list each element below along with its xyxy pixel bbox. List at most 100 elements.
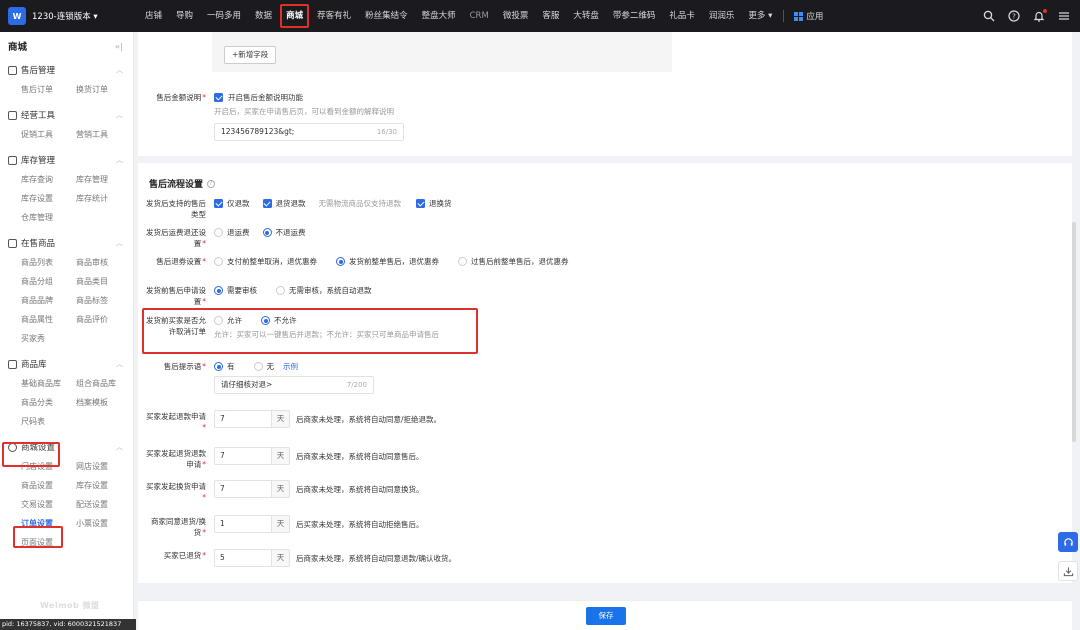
radio[interactable] (214, 286, 223, 295)
sidebar-group-head[interactable]: 商品库 ︿ (8, 354, 123, 374)
freight-norefund-radio[interactable]: 不退运费 (262, 227, 306, 238)
sidebar-group-head[interactable]: 在售商品 ︿ (8, 233, 123, 253)
example-link[interactable]: 示例 (283, 361, 298, 372)
review-required-radio[interactable]: 需要审核 (214, 285, 257, 296)
sidebar-item[interactable]: 商品设置 (21, 476, 76, 495)
timer-input[interactable]: 1 (214, 515, 272, 533)
tip-label: 售后提示语* (163, 362, 206, 371)
nav-fans[interactable]: 粉丝集结令 (358, 0, 415, 32)
timer-input[interactable]: 5 (214, 549, 272, 567)
nav-giftcard[interactable]: 礼品卡 (662, 0, 702, 32)
type-return-refund[interactable]: 退货退款 (262, 198, 306, 209)
sidebar-item[interactable]: 库存统计 (76, 189, 131, 208)
sidebar-item[interactable]: 基础商品库 (21, 374, 76, 393)
tip-yes-radio[interactable]: 有 (214, 361, 235, 372)
nav-guide[interactable]: 导购 (169, 0, 200, 32)
sidebar-item[interactable]: 网店设置 (76, 457, 131, 476)
amount-checkbox-row[interactable]: 开启售后金额说明功能 (214, 92, 303, 103)
sidebar-group-head[interactable]: 经营工具 ︿ (8, 105, 123, 125)
radio[interactable] (214, 228, 223, 237)
help-icon[interactable]: ? (1008, 10, 1020, 22)
nav-wheel[interactable]: 大转盘 (566, 0, 606, 32)
sidebar-item[interactable]: 库存管理 (76, 170, 131, 189)
nav-vote[interactable]: 微投票 (496, 0, 536, 32)
sidebar-group-head[interactable]: 售后管理 ︿ (8, 60, 123, 80)
search-icon[interactable] (983, 10, 995, 22)
sidebar-item[interactable]: 仓库管理 (21, 208, 76, 227)
radio[interactable] (253, 362, 263, 371)
timer-input[interactable]: 7 (214, 447, 272, 465)
nav-data[interactable]: 数据 (248, 0, 279, 32)
sidebar-item[interactable]: 商品分组 (21, 272, 76, 291)
sidebar-item[interactable]: 商品标签 (76, 291, 131, 310)
top-bar: W 1230-连锁版本 ▾ 店铺 导购 一码多用 数据 商城 荐客有礼 粉丝集结… (0, 0, 1080, 32)
coupon-opt-1[interactable]: 支付前整单取消，退优惠券 (214, 256, 317, 267)
sidebar-item-aftersale-orders[interactable]: 售后订单 (21, 80, 76, 99)
sidebar-item[interactable]: 商品评价 (76, 310, 131, 329)
type-refund-only[interactable]: 仅退款 (214, 198, 250, 209)
review-auto-radio[interactable]: 无需审核，系统自动退款 (276, 285, 372, 296)
nav-qrcode[interactable]: 带参二维码 (606, 0, 663, 32)
sidebar-item[interactable]: 组合商品库 (76, 374, 131, 393)
collapse-sidebar-icon[interactable]: «| (115, 42, 123, 51)
sidebar-item[interactable]: 买家秀 (21, 329, 76, 348)
sidebar-item[interactable]: 库存设置 (21, 189, 76, 208)
scrollbar[interactable] (1072, 222, 1076, 442)
sidebar-item[interactable]: 库存设置 (76, 476, 131, 495)
radio[interactable] (458, 257, 467, 266)
timer-input[interactable]: 7 (214, 410, 272, 428)
sidebar-item[interactable]: 商品品牌 (21, 291, 76, 310)
freight-refund-radio[interactable]: 退运费 (214, 227, 250, 238)
sidebar-item[interactable]: 配送设置 (76, 495, 131, 514)
customer-service-button[interactable] (1058, 532, 1078, 552)
radio[interactable] (336, 257, 345, 266)
sidebar-item[interactable]: 档案模板 (76, 393, 131, 412)
menu-icon[interactable] (1058, 10, 1070, 22)
type-exchange[interactable]: 退换货 (416, 198, 452, 209)
nav-one-code[interactable]: 一码多用 (200, 0, 248, 32)
notification-icon[interactable] (1033, 9, 1047, 22)
checkbox[interactable] (416, 199, 425, 208)
nav-mall[interactable]: 商城 (279, 0, 310, 32)
download-button[interactable] (1058, 561, 1078, 581)
nav-master[interactable]: 整盘大师 (415, 0, 463, 32)
sidebar-item[interactable]: 小票设置 (76, 514, 131, 533)
sidebar-item[interactable]: 商品属性 (21, 310, 76, 329)
sidebar-group-head[interactable]: 库存管理 ︿ (8, 150, 123, 170)
nav-crm[interactable]: CRM (463, 0, 496, 32)
coupon-opt-2[interactable]: 发货前整单售后，退优惠券 (336, 256, 439, 267)
sidebar-item-marketing[interactable]: 营销工具 (76, 125, 131, 144)
amount-description-input[interactable]: 123456789123&gt; 16/30 (214, 123, 404, 141)
sidebar-item[interactable]: 商品列表 (21, 253, 76, 272)
tip-input[interactable]: 请仔细核对退> 7/200 (214, 376, 374, 394)
checkbox[interactable] (262, 199, 272, 208)
nav-fun[interactable]: 润润乐 (702, 0, 742, 32)
nav-more[interactable]: 更多 ▾ (741, 0, 779, 32)
nav-service[interactable]: 客服 (535, 0, 566, 32)
radio[interactable] (262, 228, 272, 237)
help-icon[interactable]: ? (207, 179, 216, 188)
timer-input[interactable]: 7 (214, 480, 272, 498)
amount-checkbox[interactable] (214, 93, 223, 102)
sidebar-item-exchange-orders[interactable]: 换货订单 (76, 80, 131, 99)
coupon-opt-3[interactable]: 过售后前整单售后，退优惠券 (458, 256, 569, 267)
sidebar-item[interactable]: 尺码表 (21, 412, 76, 431)
sidebar-item[interactable]: 库存查询 (21, 170, 76, 189)
sidebar-item[interactable]: 商品审核 (76, 253, 131, 272)
save-button[interactable]: 保存 (586, 607, 626, 625)
sidebar-item[interactable]: 商品分类 (21, 393, 76, 412)
brand-switcher[interactable]: W 1230-连锁版本 ▾ (0, 0, 134, 32)
radio[interactable] (214, 362, 223, 371)
sidebar-item[interactable]: 商品类目 (76, 272, 131, 291)
checkbox[interactable] (214, 199, 223, 208)
sidebar-item-promo[interactable]: 促销工具 (21, 125, 76, 144)
nav-apps[interactable]: 应用 (788, 10, 829, 22)
add-field-button[interactable]: +新增字段 (224, 46, 277, 64)
tip-no-radio[interactable]: 无 (253, 361, 274, 372)
radio[interactable] (276, 286, 285, 295)
radio[interactable] (214, 257, 223, 266)
nav-referral[interactable]: 荐客有礼 (310, 0, 358, 32)
sidebar: 商城 «| 售后管理 ︿ 售后订单 换货订单 经营工具 ︿ 促销工具 营销工具 库存… (0, 32, 134, 630)
sidebar-item[interactable]: 交易设置 (21, 495, 76, 514)
nav-store[interactable]: 店铺 (138, 0, 169, 32)
